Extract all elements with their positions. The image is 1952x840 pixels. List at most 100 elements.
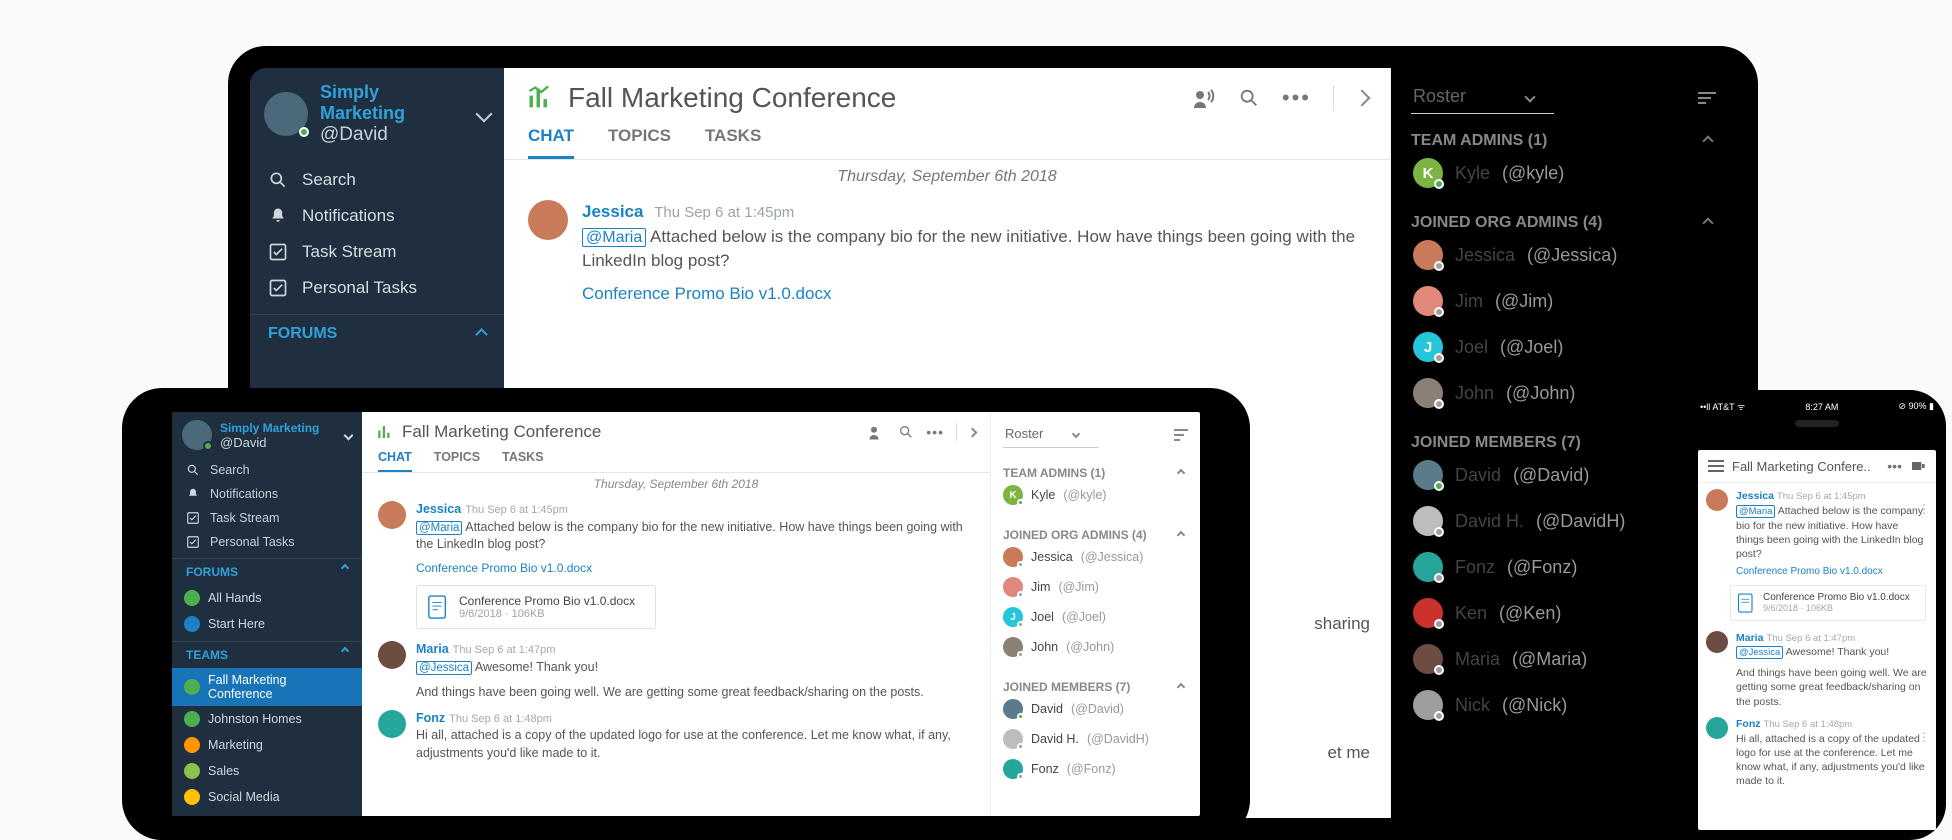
nav-search[interactable]: Search (172, 458, 362, 482)
tab-chat[interactable]: CHAT (528, 126, 574, 159)
more-icon[interactable]: ••• (1887, 458, 1902, 474)
mention[interactable]: @Jessica (1736, 646, 1783, 659)
forums-header[interactable]: FORUMS (172, 558, 362, 585)
search-icon[interactable] (898, 424, 914, 440)
roster-item[interactable]: Nick (@Nick) (1411, 682, 1716, 728)
profile-block[interactable]: Simply Marketing @David (172, 412, 362, 458)
tab-topics[interactable]: TOPICS (434, 450, 480, 472)
roster-item[interactable]: David H. (@DavidH) (1411, 498, 1716, 544)
file-attachment[interactable]: Conference Promo Bio v1.0.docx 9/6/2018 … (1730, 585, 1926, 621)
roster-item[interactable]: Fonz (@Fonz) (1411, 544, 1716, 590)
roster-item[interactable]: John(@John) (1003, 632, 1188, 662)
mention[interactable]: @Maria (1736, 505, 1775, 518)
sort-icon[interactable] (1698, 92, 1716, 104)
msg-text: Attached below is the company bio for th… (416, 520, 963, 552)
roster-group-header[interactable]: JOINED ORG ADMINS (4) (1411, 214, 1716, 232)
forum-icon (184, 590, 200, 606)
roster-item[interactable]: David H.(@DavidH) (1003, 724, 1188, 754)
msg-author[interactable]: Jessica (1736, 490, 1774, 502)
msg-timestamp: Thu Sep 6 at 1:47pm (453, 644, 556, 656)
roster-group-header[interactable]: JOINED ORG ADMINS (4) (1003, 528, 1188, 542)
team-icon (184, 763, 200, 779)
roster-icon[interactable] (1910, 459, 1926, 473)
voice-icon[interactable] (868, 424, 886, 440)
tablet-device: Simply Marketing @David Search Notificat… (122, 388, 1250, 840)
chevron-right-icon[interactable] (1354, 90, 1371, 107)
voice-icon[interactable] (1192, 88, 1216, 108)
msg-more-icon[interactable]: ⋮ (1918, 501, 1930, 517)
roster-item[interactable]: Jim (@Jim) (1411, 278, 1716, 324)
tab-tasks[interactable]: TASKS (705, 126, 761, 159)
chevron-down-icon[interactable] (476, 106, 493, 123)
msg-author[interactable]: Maria (416, 642, 449, 656)
tab-topics[interactable]: TOPICS (608, 126, 671, 159)
nav-task-stream[interactable]: Task Stream (250, 234, 504, 270)
roster-item[interactable]: John (@John) (1411, 370, 1716, 416)
file-link[interactable]: Conference Promo Bio v1.0.docx (416, 560, 592, 577)
file-link[interactable]: Conference Promo Bio v1.0.docx (1736, 565, 1883, 579)
roster-group-header[interactable]: JOINED MEMBERS (7) (1003, 680, 1188, 694)
forum-item[interactable]: All Hands (172, 585, 362, 611)
team-item[interactable]: Social Media (172, 784, 362, 810)
roster-item[interactable]: KKyle(@kyle) (1003, 480, 1188, 510)
msg-author[interactable]: Maria (1736, 632, 1763, 644)
sort-icon[interactable] (1174, 429, 1188, 441)
msg-author[interactable]: Fonz (1736, 718, 1761, 730)
nav-personal-tasks[interactable]: Personal Tasks (172, 530, 362, 554)
team-item[interactable]: Sales (172, 758, 362, 784)
more-icon[interactable]: ••• (1282, 85, 1311, 111)
roster-item[interactable]: Ken (@Ken) (1411, 590, 1716, 636)
roster-item[interactable]: Jim(@Jim) (1003, 572, 1188, 602)
team-item-active[interactable]: Fall Marketing Conference (172, 668, 362, 706)
forums-header[interactable]: FORUMS (250, 314, 504, 349)
roster-item[interactable]: Maria (@Maria) (1411, 636, 1716, 682)
tab-chat[interactable]: CHAT (378, 450, 412, 472)
roster-item[interactable]: JJoel(@Joel) (1003, 602, 1188, 632)
roster-item[interactable]: K Kyle (@kyle) (1411, 150, 1716, 196)
team-item[interactable]: Johnston Homes (172, 706, 362, 732)
mention[interactable]: @Maria (416, 521, 462, 535)
teams-header[interactable]: TEAMS (172, 641, 362, 668)
nav-notifications[interactable]: Notifications (250, 198, 504, 234)
search-icon[interactable] (1238, 87, 1260, 109)
phone-device: ••ll AT&T ᯤ 8:27 AM ⊘ 90% ▮ Fall Marketi… (1688, 390, 1946, 840)
nav-search[interactable]: Search (250, 162, 504, 198)
roster-group-header[interactable]: TEAM ADMINS (1) (1411, 132, 1716, 150)
file-link[interactable]: Conference Promo Bio v1.0.docx (582, 282, 831, 307)
nav-task-stream[interactable]: Task Stream (172, 506, 362, 530)
roster-item[interactable]: David(@David) (1003, 694, 1188, 724)
roster-group-header[interactable]: TEAM ADMINS (1) (1003, 466, 1188, 480)
roster-item[interactable]: David (@David) (1411, 452, 1716, 498)
chat-message: MariaThu Sep 6 at 1:47pm @Jessica Awesom… (362, 635, 990, 704)
chevron-right-icon[interactable] (968, 427, 978, 437)
roster-selector[interactable]: Roster (1003, 422, 1099, 448)
phone-header: Fall Marketing Confere.. ••• (1698, 450, 1936, 483)
nav-notifications[interactable]: Notifications (172, 482, 362, 506)
chevron-down-icon[interactable] (344, 430, 354, 440)
msg-more-icon[interactable]: ⋮ (1918, 729, 1930, 745)
avatar (1413, 690, 1443, 720)
msg-author[interactable]: Jessica (582, 202, 643, 221)
msg-author[interactable]: Jessica (416, 502, 461, 516)
forum-item[interactable]: Start Here (172, 611, 362, 637)
search-icon (186, 463, 200, 477)
team-item[interactable]: Marketing (172, 732, 362, 758)
mention[interactable]: @Maria (582, 228, 646, 247)
file-attachment[interactable]: Conference Promo Bio v1.0.docx 9/6/2018 … (416, 585, 656, 629)
roster-item[interactable]: JJoel (@Joel) (1411, 324, 1716, 370)
roster-item[interactable]: Jessica(@Jessica) (1003, 542, 1188, 572)
roster-group-header[interactable]: JOINED MEMBERS (7) (1411, 434, 1716, 452)
profile-block[interactable]: Simply Marketing @David (250, 68, 504, 162)
roster-item[interactable]: Jessica (@Jessica) (1411, 232, 1716, 278)
mention[interactable]: @Jessica (416, 661, 472, 675)
tab-tasks[interactable]: TASKS (502, 450, 543, 472)
chart-icon (376, 423, 394, 441)
roster-item[interactable]: Fonz(@Fonz) (1003, 754, 1188, 784)
avatar (378, 710, 406, 738)
msg-author[interactable]: Fonz (416, 711, 445, 725)
avatar: J (1413, 332, 1443, 362)
nav-personal-tasks[interactable]: Personal Tasks (250, 270, 504, 306)
menu-icon[interactable] (1708, 460, 1724, 472)
roster-selector[interactable]: Roster (1411, 82, 1554, 114)
more-icon[interactable]: ••• (926, 424, 944, 440)
